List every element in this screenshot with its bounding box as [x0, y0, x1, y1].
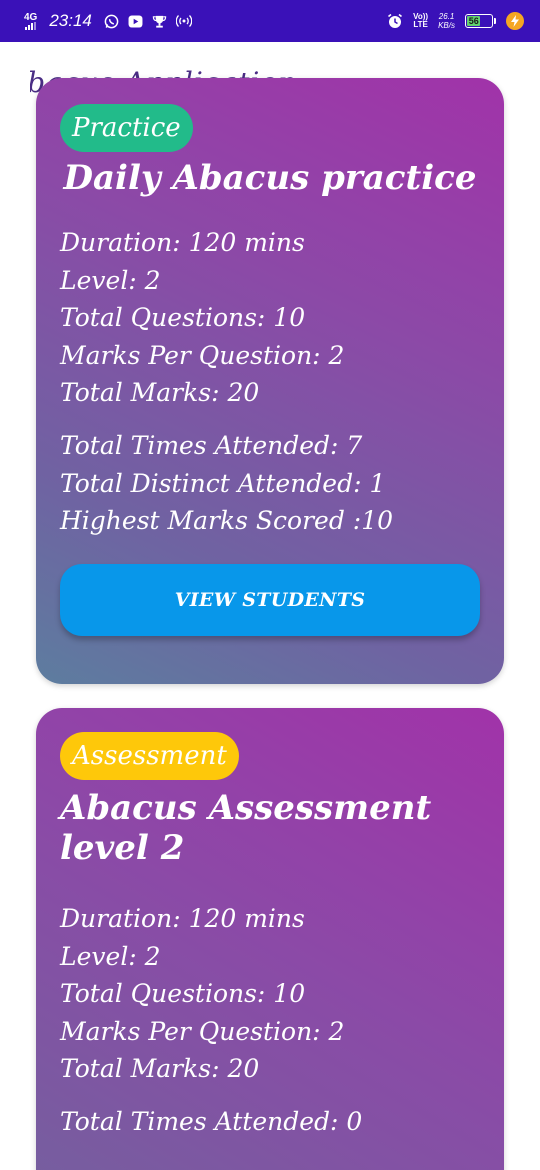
network-type: 4G — [24, 11, 38, 23]
signal-icon — [25, 21, 37, 30]
times-attended-text: Total Times Attended: 7 — [60, 431, 363, 460]
total-marks-text: Total Marks: 20 — [60, 378, 260, 407]
assessment-card[interactable]: Assessment Abacus Assessment level 2 Dur… — [36, 708, 504, 1170]
practice-card[interactable]: Practice Daily Abacus practice Duration:… — [36, 78, 504, 684]
youtube-icon — [128, 13, 144, 29]
marks-per-question-text: Marks Per Question: 2 — [60, 340, 345, 370]
level-text: Level: 2 — [60, 265, 161, 295]
view-students-button[interactable]: VIEW STUDENTS — [60, 564, 480, 636]
total-questions-text: Total Questions: 10 — [60, 303, 306, 332]
attendance-stats: Total Times Attended: 7 Total Distinct A… — [60, 427, 393, 540]
status-right: Vo)) LTE 26.1 KB/s 56 — [387, 12, 524, 30]
network-speed: 26.1 KB/s — [438, 12, 455, 30]
distinct-attended-text: Total Distinct Attended: 1 — [60, 468, 386, 498]
level-text: Level: 2 — [60, 941, 161, 971]
network-indicator: 4G — [24, 11, 38, 30]
duration-text: Duration: 120 mins — [60, 228, 305, 257]
volte-indicator: Vo)) LTE — [413, 13, 428, 29]
card-title: Abacus Assessment level 2 — [60, 788, 432, 868]
duration-text: Duration: 120 mins — [60, 904, 305, 933]
marks-per-question-text: Marks Per Question: 2 — [60, 1016, 345, 1046]
status-bar: 4G 23:14 Vo)) LTE 26.1 KB/s 56 — [0, 0, 540, 42]
speed-unit: KB/s — [438, 21, 455, 30]
hotspot-icon — [175, 13, 192, 29]
test-details: Duration: 120 mins Level: 2 Total Questi… — [60, 900, 344, 1088]
whatsapp-icon — [104, 13, 120, 29]
trophy-icon — [152, 13, 168, 29]
test-details: Duration: 120 mins Level: 2 Total Questi… — [60, 224, 344, 412]
alarm-icon — [387, 13, 403, 29]
speed-value: 26.1 — [438, 12, 455, 21]
battery-level: 56 — [467, 16, 481, 26]
highest-marks-text: Highest Marks Scored :10 — [60, 506, 394, 535]
assessment-badge: Assessment — [60, 732, 239, 780]
card-title: Daily Abacus practice — [63, 158, 477, 198]
lte-label: LTE — [413, 20, 428, 29]
charging-icon — [506, 12, 524, 30]
practice-badge: Practice — [60, 104, 193, 152]
attendance-stats: Total Times Attended: 0 — [60, 1103, 362, 1141]
total-questions-text: Total Questions: 10 — [60, 979, 306, 1008]
times-attended-text: Total Times Attended: 0 — [60, 1107, 363, 1136]
battery-icon: 56 — [465, 14, 496, 28]
clock: 23:14 — [49, 11, 92, 30]
total-marks-text: Total Marks: 20 — [60, 1054, 260, 1083]
status-left: 4G 23:14 — [24, 11, 192, 31]
